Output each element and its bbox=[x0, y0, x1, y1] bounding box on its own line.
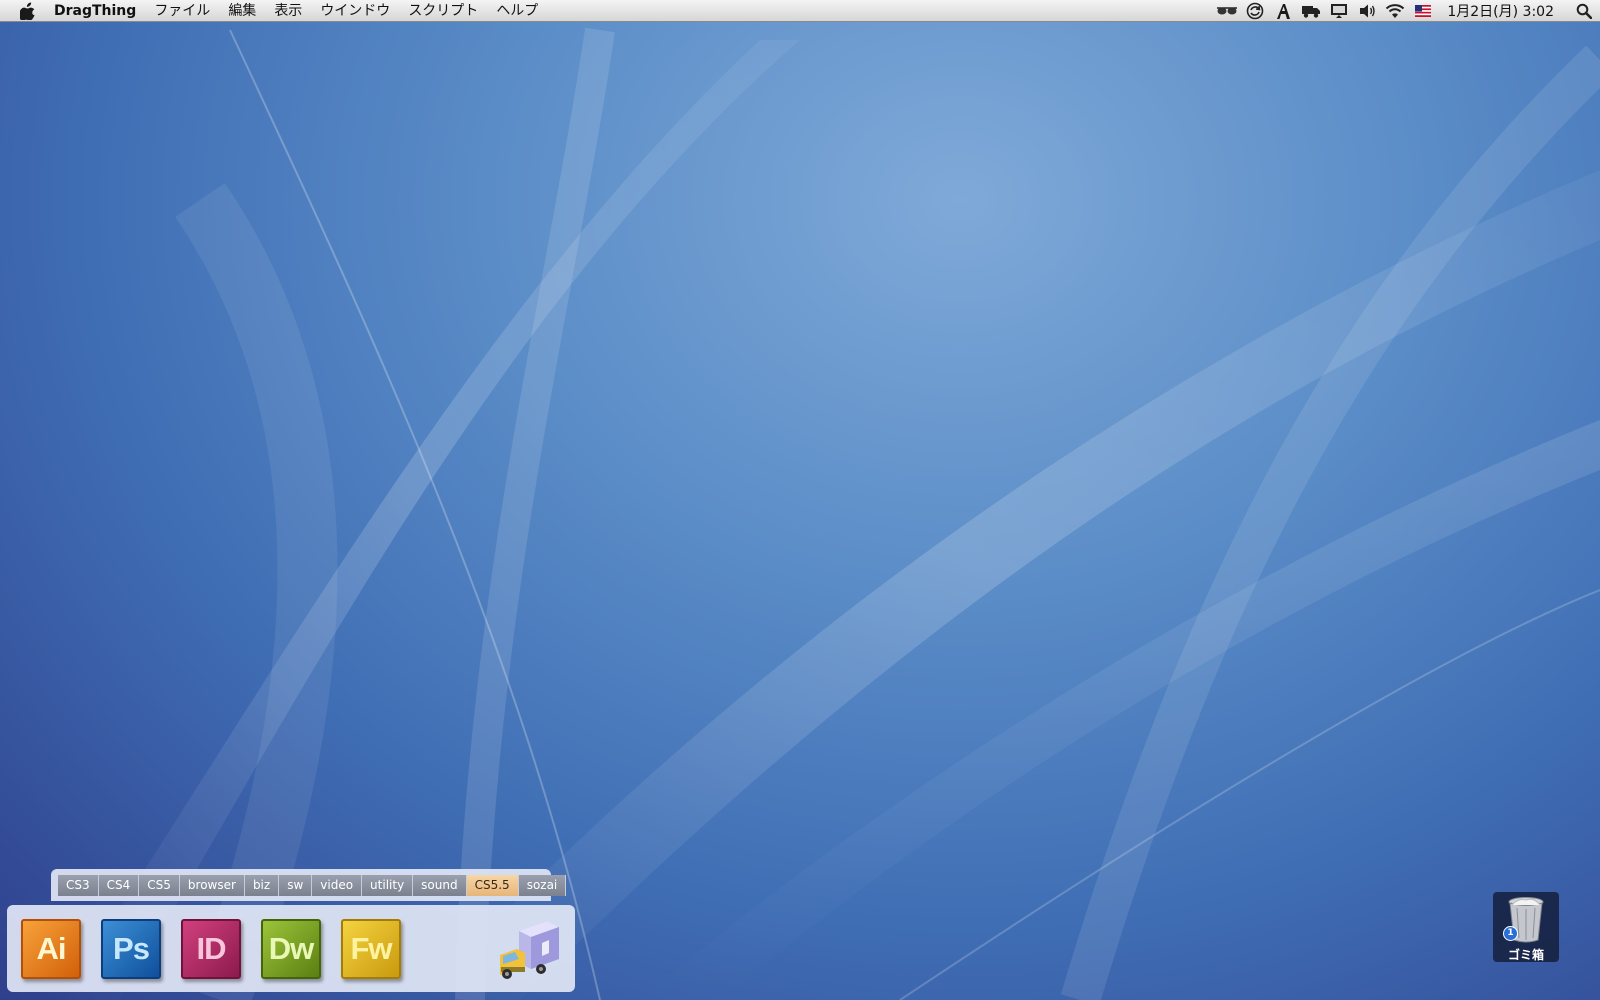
edit-menu[interactable]: 編集 bbox=[219, 0, 265, 22]
window-menu[interactable]: ウインドウ bbox=[311, 0, 399, 22]
indesign-icon[interactable]: ID bbox=[181, 919, 241, 979]
tab-browser[interactable]: browser bbox=[179, 874, 245, 896]
illustrator-label: Ai bbox=[36, 931, 67, 966]
tab-cs4[interactable]: CS4 bbox=[98, 874, 140, 896]
tab-cs5-5[interactable]: CS5.5 bbox=[466, 874, 519, 896]
apple-menu-icon[interactable] bbox=[18, 1, 38, 20]
tab-cs5[interactable]: CS5 bbox=[139, 874, 180, 896]
tab-utility[interactable]: utility bbox=[362, 874, 414, 896]
volume-icon[interactable] bbox=[1353, 0, 1381, 22]
tab-sozai[interactable]: sozai bbox=[518, 874, 567, 896]
menu-bar-status-area: 1月2日(月) 3:02 bbox=[1213, 0, 1600, 22]
us-flag-icon[interactable] bbox=[1409, 0, 1437, 22]
menu-bar-clock[interactable]: 1月2日(月) 3:02 bbox=[1437, 1, 1568, 21]
tab-video[interactable]: video bbox=[312, 874, 363, 896]
font-a-icon[interactable] bbox=[1269, 0, 1297, 22]
menu-bar-left: DragThing ファイル 編集 表示 ウインドウ スクリプト ヘルプ bbox=[0, 0, 547, 22]
spotlight-search-icon[interactable] bbox=[1568, 0, 1600, 22]
dragthing-dock: Ai Ps ID Dw Fw bbox=[7, 905, 575, 992]
tab-biz[interactable]: biz bbox=[244, 874, 280, 896]
tab-sound[interactable]: sound bbox=[413, 874, 467, 896]
transmit-truck-icon[interactable] bbox=[497, 915, 563, 981]
photoshop-label: Ps bbox=[113, 931, 150, 966]
trash-desktop-item[interactable]: 1 ゴミ箱 bbox=[1493, 892, 1559, 962]
sync-icon[interactable] bbox=[1241, 0, 1269, 22]
view-menu[interactable]: 表示 bbox=[265, 0, 311, 22]
display-icon[interactable] bbox=[1325, 0, 1353, 22]
dreamweaver-label: Dw bbox=[268, 931, 314, 966]
help-menu[interactable]: ヘルプ bbox=[487, 0, 547, 22]
tab-cs3[interactable]: CS3 bbox=[58, 874, 99, 896]
tab-sw[interactable]: sw bbox=[279, 874, 313, 896]
script-menu[interactable]: スクリプト bbox=[399, 0, 487, 22]
illustrator-icon[interactable]: Ai bbox=[21, 919, 81, 979]
dragthing-tab-bar: CS3 CS4 CS5 browser biz sw video utility… bbox=[51, 869, 567, 901]
menu-bar: DragThing ファイル 編集 表示 ウインドウ スクリプト ヘルプ 1月2… bbox=[0, 0, 1600, 22]
desktop-wallpaper bbox=[0, 0, 1600, 1000]
wifi-icon[interactable] bbox=[1381, 0, 1409, 22]
truck-icon[interactable] bbox=[1297, 0, 1325, 22]
fireworks-icon[interactable]: Fw bbox=[341, 919, 401, 979]
fireworks-label: Fw bbox=[350, 931, 392, 966]
file-menu[interactable]: ファイル bbox=[145, 0, 219, 22]
dreamweaver-icon[interactable]: Dw bbox=[261, 919, 321, 979]
app-menu[interactable]: DragThing bbox=[54, 0, 145, 22]
trash-count-badge: 1 bbox=[1503, 926, 1518, 941]
indesign-label: ID bbox=[196, 931, 227, 966]
glasses-icon[interactable] bbox=[1213, 0, 1241, 22]
photoshop-icon[interactable]: Ps bbox=[101, 919, 161, 979]
trash-label: ゴミ箱 bbox=[1507, 948, 1544, 962]
